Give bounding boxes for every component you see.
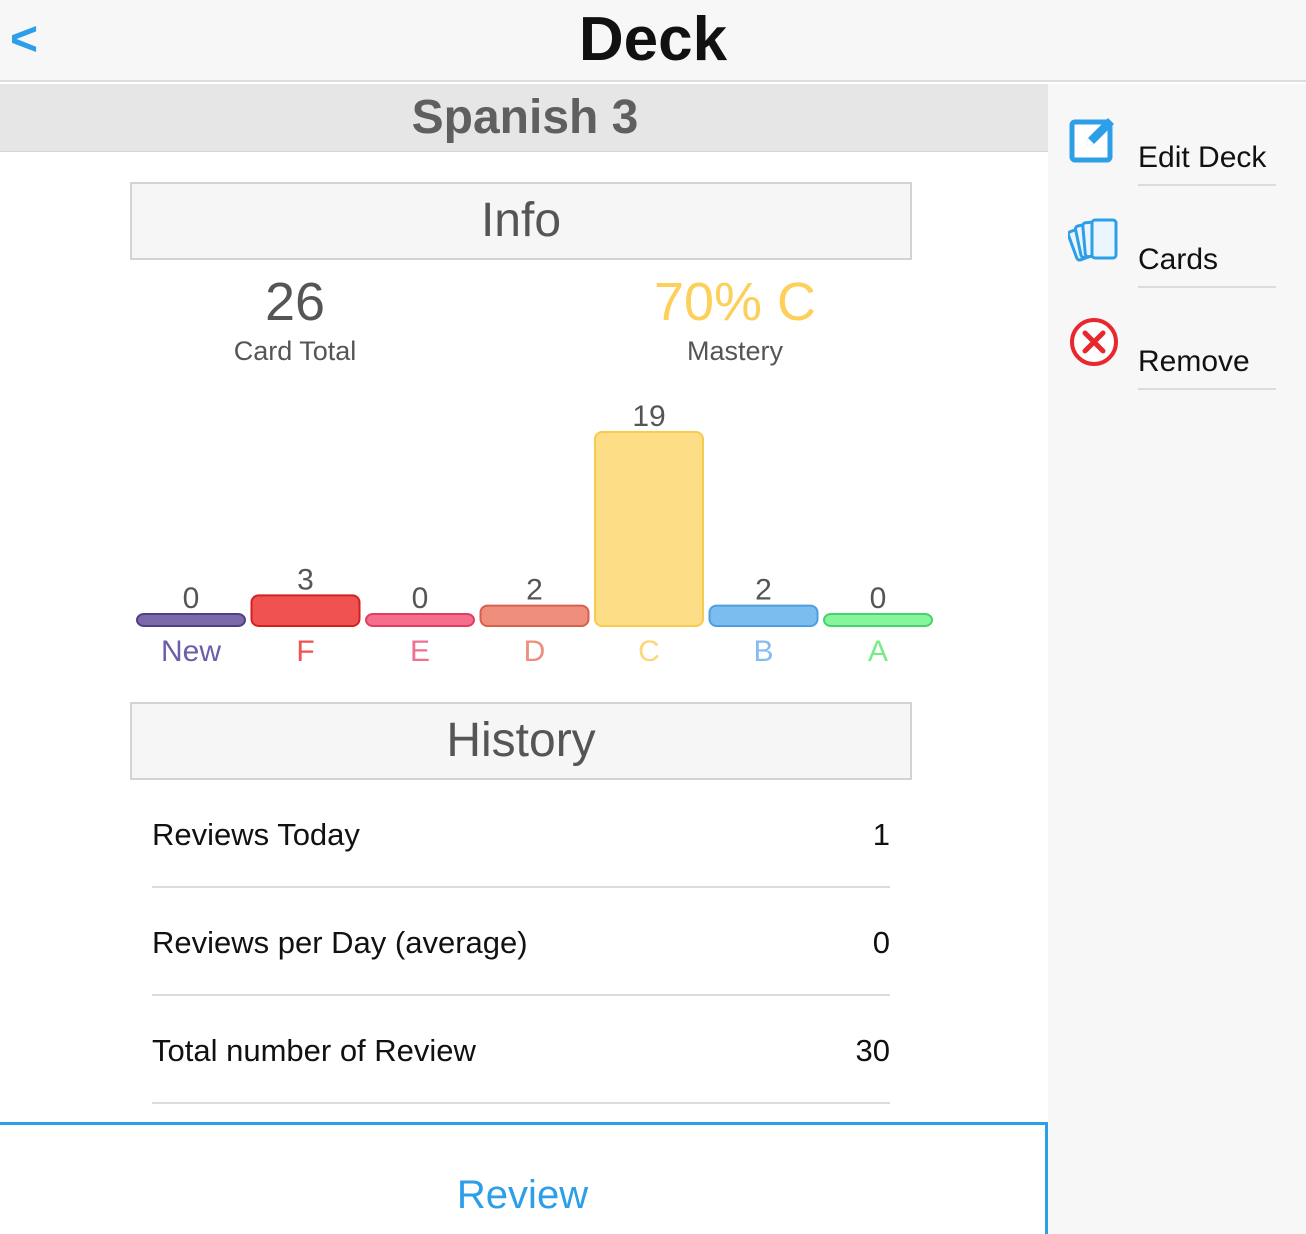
- history-row-reviews-today: Reviews Today 1: [152, 780, 890, 888]
- deck-name: Spanish 3: [411, 91, 639, 144]
- card-total-stat: 26 Card Total: [145, 272, 445, 367]
- side-menu: Edit Deck Cards Remove: [1048, 84, 1306, 1234]
- history-row-label: Reviews Today: [152, 817, 360, 852]
- deck-name-bar: Spanish 3: [0, 84, 1050, 152]
- history-heading: History: [130, 702, 912, 780]
- divider: [1138, 388, 1276, 390]
- bar-new: [136, 613, 246, 627]
- category-label: New: [161, 635, 221, 668]
- history-row-total-reviews: Total number of Review 30: [152, 996, 890, 1104]
- cards-icon: [1068, 218, 1118, 262]
- bar-d: [479, 604, 590, 628]
- edit-deck-label: Edit Deck: [1138, 141, 1267, 174]
- category-label: A: [868, 635, 888, 668]
- grade-distribution-chart: 0 New 3 F 0 E 2 D 19 C 2 B 0 A: [136, 400, 933, 668]
- mastery-value: 70% C: [653, 272, 817, 332]
- remove-label: Remove: [1138, 345, 1250, 378]
- bar-value-label: 19: [632, 400, 665, 433]
- bar-value-label: 3: [297, 563, 314, 596]
- bar-value-label: 0: [183, 582, 200, 615]
- bar-value-label: 0: [412, 582, 429, 615]
- cards-label: Cards: [1138, 243, 1219, 276]
- info-heading: Info: [130, 182, 912, 260]
- bar-value-label: 0: [870, 582, 887, 615]
- mastery-stat: 70% C Mastery: [585, 272, 885, 367]
- category-label: C: [638, 635, 660, 668]
- category-label: F: [296, 635, 314, 668]
- bar-value-label: 2: [755, 574, 772, 607]
- history-row-value: 1: [872, 817, 890, 852]
- edit-icon: [1069, 118, 1114, 163]
- history-row-reviews-per-day: Reviews per Day (average) 0: [152, 888, 890, 996]
- bar-value-label: 2: [526, 574, 543, 607]
- category-label: E: [410, 635, 430, 668]
- history-row-value: 0: [872, 925, 890, 960]
- info-heading-text: Info: [480, 194, 562, 247]
- remove-icon: [1070, 318, 1118, 366]
- cards-button[interactable]: Cards: [1048, 186, 1306, 288]
- category-label: B: [753, 635, 773, 668]
- history-row-value: 30: [855, 1033, 890, 1068]
- bar-e: [365, 613, 475, 627]
- bar-f: [250, 594, 361, 628]
- category-label: D: [524, 635, 546, 668]
- review-button[interactable]: Review: [0, 1122, 1048, 1234]
- remove-button[interactable]: Remove: [1048, 288, 1306, 390]
- bar-a: [823, 613, 933, 627]
- card-total-label: Card Total: [233, 336, 357, 366]
- bar-b: [708, 604, 819, 628]
- mastery-label: Mastery: [686, 336, 784, 366]
- card-total-value: 26: [264, 272, 326, 332]
- review-button-label: Review: [456, 1173, 589, 1217]
- history-row-label: Total number of Review: [152, 1033, 476, 1068]
- page-title: Deck: [578, 5, 728, 74]
- bar-c: [594, 431, 704, 627]
- edit-deck-button[interactable]: Edit Deck: [1048, 84, 1306, 186]
- top-navigation-bar: < Deck: [0, 0, 1306, 82]
- history-heading-text: History: [446, 714, 596, 767]
- history-row-label: Reviews per Day (average): [152, 925, 528, 960]
